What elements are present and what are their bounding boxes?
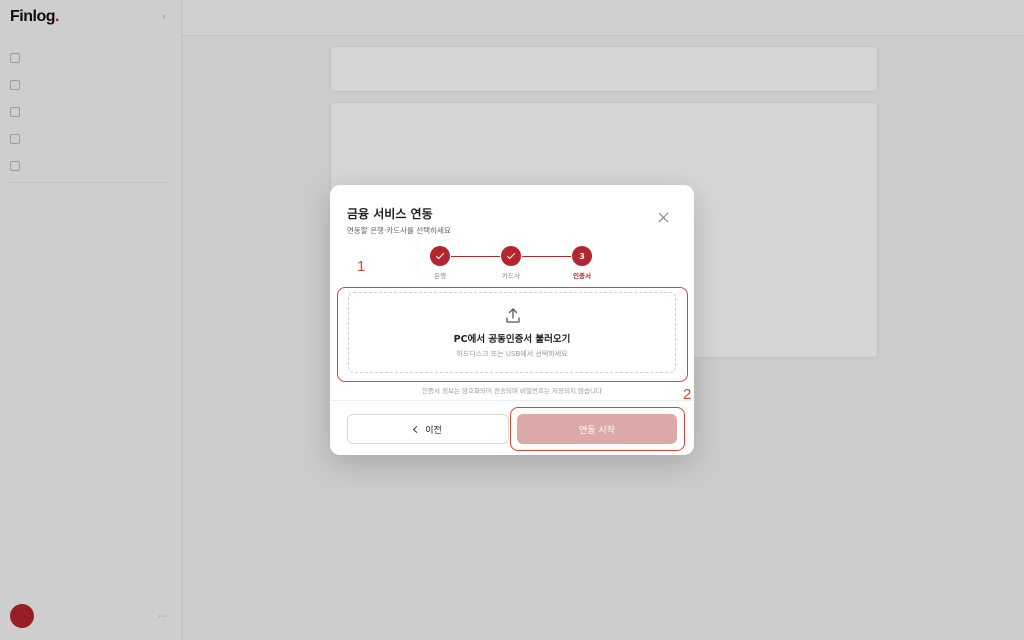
security-note: 인증서 정보는 암호화되어 전송되며 비밀번호는 저장되지 않습니다 (422, 387, 602, 395)
modal-title: 금융 서비스 연동 (347, 207, 433, 221)
modal-subtitle: 연동할 은행·카드사를 선택하세요 (347, 226, 451, 235)
check-icon (506, 250, 516, 260)
stepper-connector (522, 256, 571, 258)
annotation-box-2 (510, 407, 685, 451)
annotation-number-1: 1 (357, 258, 366, 275)
stepper-connector (451, 256, 500, 258)
annotation-number-2: 2 (683, 386, 692, 403)
chevron-left-icon (413, 425, 421, 433)
step-card (501, 246, 521, 266)
footer-divider (330, 400, 694, 401)
prev-button[interactable]: 이전 (347, 414, 509, 444)
step-certificate: 3 (572, 246, 592, 266)
annotation-box-1 (337, 287, 688, 382)
step-label-certificate: 인증서 (573, 272, 591, 280)
step-label-card: 카드사 (502, 272, 520, 280)
close-icon[interactable] (656, 210, 672, 226)
step-label-bank: 은행 (434, 272, 446, 280)
check-icon (435, 250, 445, 260)
step-bank (430, 246, 450, 266)
step-number: 3 (579, 251, 585, 261)
stepper: 3 은행 카드사 인증서 (330, 246, 694, 286)
prev-button-label: 이전 (425, 425, 442, 436)
